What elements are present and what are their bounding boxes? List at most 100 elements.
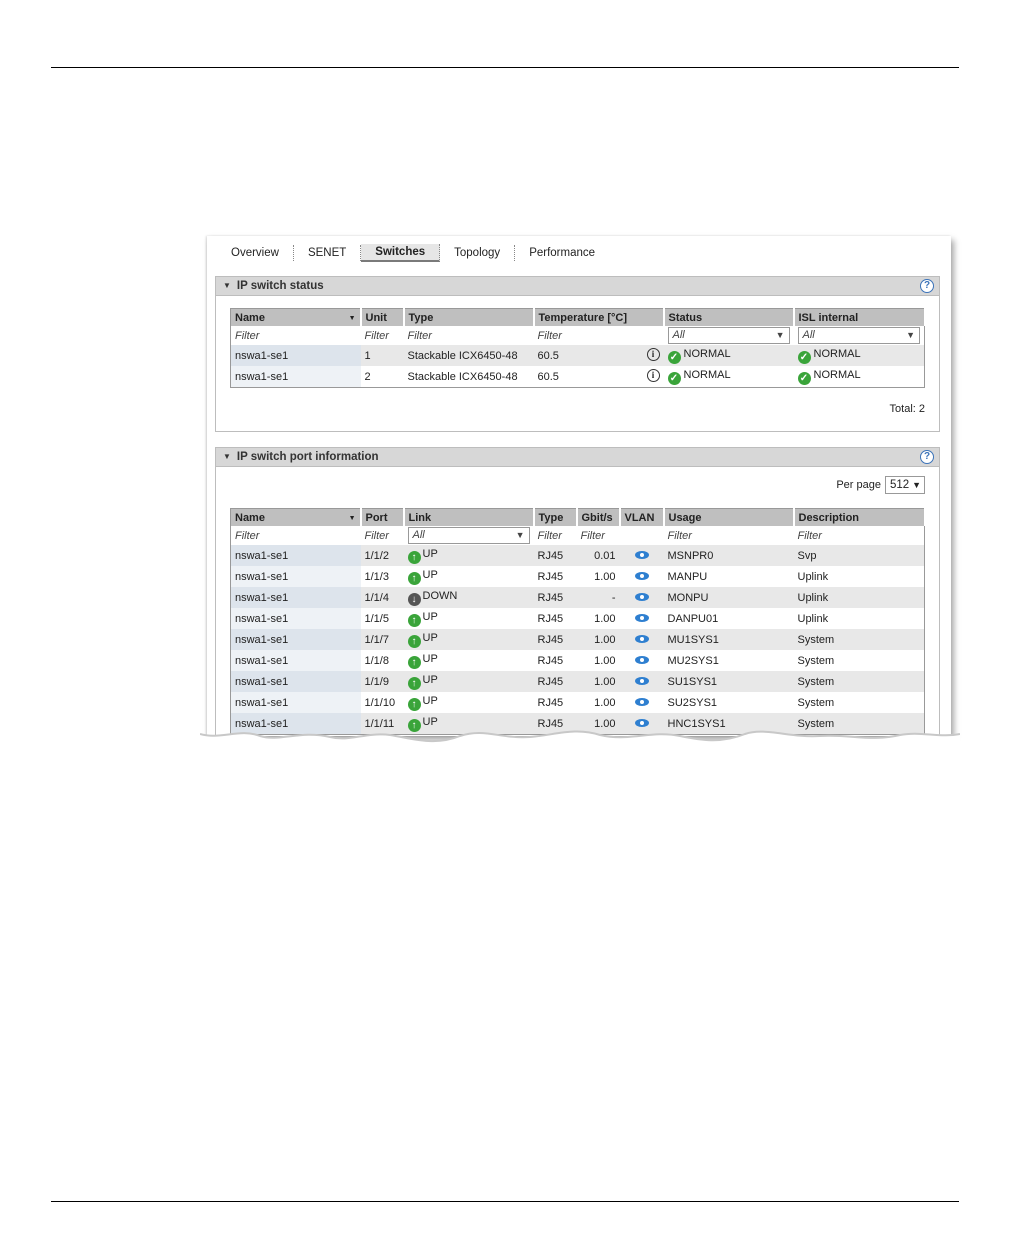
tab-bar: Overview SENET Switches Topology Perform…: [217, 242, 609, 264]
status-panel-title: IP switch status: [236, 280, 324, 292]
status-panel-header[interactable]: ▼ IP switch status ?: [216, 277, 939, 296]
col-type-header[interactable]: Type: [403, 308, 535, 326]
tab-topology[interactable]: Topology: [440, 245, 516, 261]
cell-description: System: [793, 650, 925, 671]
help-icon[interactable]: ?: [920, 279, 934, 293]
eye-icon[interactable]: [634, 592, 649, 601]
table-row[interactable]: nswa1-se1 1/1/2 ↑ UP RJ45 0.01 MSNPR0 Svp: [230, 545, 925, 566]
tab-senet[interactable]: SENET: [294, 245, 362, 261]
filter-type-input[interactable]: Filter: [534, 526, 577, 545]
cell-usage: DANPU01: [663, 608, 794, 629]
cell-description: Uplink: [793, 608, 925, 629]
eye-icon[interactable]: [634, 655, 649, 664]
cell-vlan[interactable]: [619, 608, 664, 629]
filter-temperature-input[interactable]: Filter: [534, 326, 664, 345]
sort-desc-icon[interactable]: ▼: [349, 315, 356, 322]
tab-performance[interactable]: Performance: [515, 245, 609, 261]
table-row[interactable]: nswa1-se1 1/1/3 ↑ UP RJ45 1.00 MANPU Uplink: [230, 566, 925, 587]
col-isl-header[interactable]: ISL internal: [793, 308, 926, 326]
cell-vlan[interactable]: [619, 566, 664, 587]
col-usage-header[interactable]: Usage: [663, 508, 795, 526]
page-bottom-rule: [51, 1201, 959, 1202]
cell-type: Stackable ICX6450-48: [403, 345, 534, 366]
cell-vlan[interactable]: [619, 545, 664, 566]
filter-link-select[interactable]: All ▼: [404, 526, 534, 545]
cell-usage: MU2SYS1: [663, 650, 794, 671]
col-link-header[interactable]: Link: [403, 508, 535, 526]
cell-description: Uplink: [793, 566, 925, 587]
col-unit-header[interactable]: Unit: [360, 308, 405, 326]
per-page-label: Per page: [836, 479, 881, 491]
eye-icon[interactable]: [634, 571, 649, 580]
table-row[interactable]: nswa1-se1 1/1/10 ↑ UP RJ45 1.00 SU2SYS1 System: [230, 692, 925, 713]
sort-desc-icon[interactable]: ▼: [349, 515, 356, 522]
cell-vlan[interactable]: [619, 650, 664, 671]
table-row[interactable]: nswa1-se1 2 Stackable ICX6450-48 60.5 i ✓…: [230, 366, 925, 388]
cell-description: Svp: [793, 545, 925, 566]
cell-unit: 2: [360, 366, 404, 388]
port-filter-row: Filter Filter All ▼ Filter Filter Filter …: [231, 526, 925, 545]
filter-name-input[interactable]: Filter: [231, 326, 361, 345]
cell-link: ↑ UP: [403, 566, 534, 587]
cell-name: nswa1-se1: [230, 587, 361, 608]
table-row[interactable]: nswa1-se1 1/1/7 ↑ UP RJ45 1.00 MU1SYS1 System: [230, 629, 925, 650]
col-vlan-header[interactable]: VLAN: [619, 508, 665, 526]
per-page-select[interactable]: 512 ▼: [885, 476, 925, 494]
filter-unit-input[interactable]: Filter: [361, 326, 404, 345]
tab-overview[interactable]: Overview: [217, 245, 294, 261]
table-row[interactable]: nswa1-se1 1 Stackable ICX6450-48 60.5 i ✓…: [230, 345, 925, 366]
table-row[interactable]: nswa1-se1 1/1/5 ↑ UP RJ45 1.00 DANPU01 Uplink: [230, 608, 925, 629]
filter-usage-input[interactable]: Filter: [664, 526, 794, 545]
cell-link: ↑ UP: [403, 671, 534, 692]
eye-icon[interactable]: [634, 550, 649, 559]
cell-status: ✓ NORMAL: [663, 345, 794, 366]
info-icon[interactable]: i: [646, 348, 660, 361]
cell-vlan[interactable]: [619, 629, 664, 650]
cell-vlan[interactable]: [619, 587, 664, 608]
port-header-row: Name ▼ Port Link Type Gbit/s VLAN Usage D…: [230, 508, 926, 526]
filter-isl-select[interactable]: All ▼: [794, 326, 925, 345]
col-gbit-header[interactable]: Gbit/s: [576, 508, 621, 526]
col-temperature-header[interactable]: Temperature [°C]: [533, 308, 665, 326]
tab-switches[interactable]: Switches: [361, 244, 441, 262]
col-description-header[interactable]: Description: [793, 508, 926, 526]
info-icon[interactable]: i: [646, 369, 660, 382]
cell-temperature: 60.5 i: [533, 345, 664, 366]
filter-status-select[interactable]: All ▼: [664, 326, 794, 345]
arrow-down-circle-icon: ↓: [407, 592, 421, 606]
cell-vlan[interactable]: [619, 692, 664, 713]
filter-name-input[interactable]: Filter: [231, 526, 361, 545]
col-name-header[interactable]: Name ▼: [230, 508, 362, 526]
col-status-header[interactable]: Status: [663, 308, 795, 326]
help-icon[interactable]: ?: [920, 450, 934, 464]
table-row[interactable]: nswa1-se1 1/1/9 ↑ UP RJ45 1.00 SU1SYS1 System: [230, 671, 925, 692]
cell-name: nswa1-se1: [230, 566, 361, 587]
col-type-header[interactable]: Type: [533, 508, 578, 526]
cell-gbit: -: [576, 587, 620, 608]
table-row[interactable]: nswa1-se1 1/1/8 ↑ UP RJ45 1.00 MU2SYS1 System: [230, 650, 925, 671]
filter-gbit-input[interactable]: Filter: [577, 526, 620, 545]
triangle-down-icon[interactable]: ▼: [223, 448, 231, 466]
col-name-header[interactable]: Name ▼: [230, 308, 362, 326]
check-circle-icon: ✓: [667, 371, 681, 385]
status-filter-row: Filter Filter Filter Filter All ▼ All ▼: [231, 326, 925, 345]
cell-link: ↑ UP: [403, 545, 534, 566]
eye-icon[interactable]: [634, 697, 649, 706]
table-row[interactable]: nswa1-se1 1/1/4 ↓ DOWN RJ45- MONPU Uplink: [230, 587, 925, 608]
eye-icon[interactable]: [634, 676, 649, 685]
eye-icon[interactable]: [634, 613, 649, 622]
cell-usage: MU1SYS1: [663, 629, 794, 650]
cell-vlan[interactable]: [619, 671, 664, 692]
triangle-down-icon[interactable]: ▼: [223, 277, 231, 295]
cell-name: nswa1-se1: [230, 671, 361, 692]
cell-usage: MSNPR0: [663, 545, 794, 566]
cell-usage: MANPU: [663, 566, 794, 587]
filter-port-input[interactable]: Filter: [361, 526, 404, 545]
port-panel-header[interactable]: ▼ IP switch port information ?: [216, 448, 939, 467]
filter-description-input[interactable]: Filter: [794, 526, 925, 545]
cell-gbit: 1.00: [576, 650, 620, 671]
filter-type-input[interactable]: Filter: [404, 326, 534, 345]
cell-link: ↑ UP: [403, 692, 534, 713]
eye-icon[interactable]: [634, 634, 649, 643]
col-port-header[interactable]: Port: [360, 508, 405, 526]
